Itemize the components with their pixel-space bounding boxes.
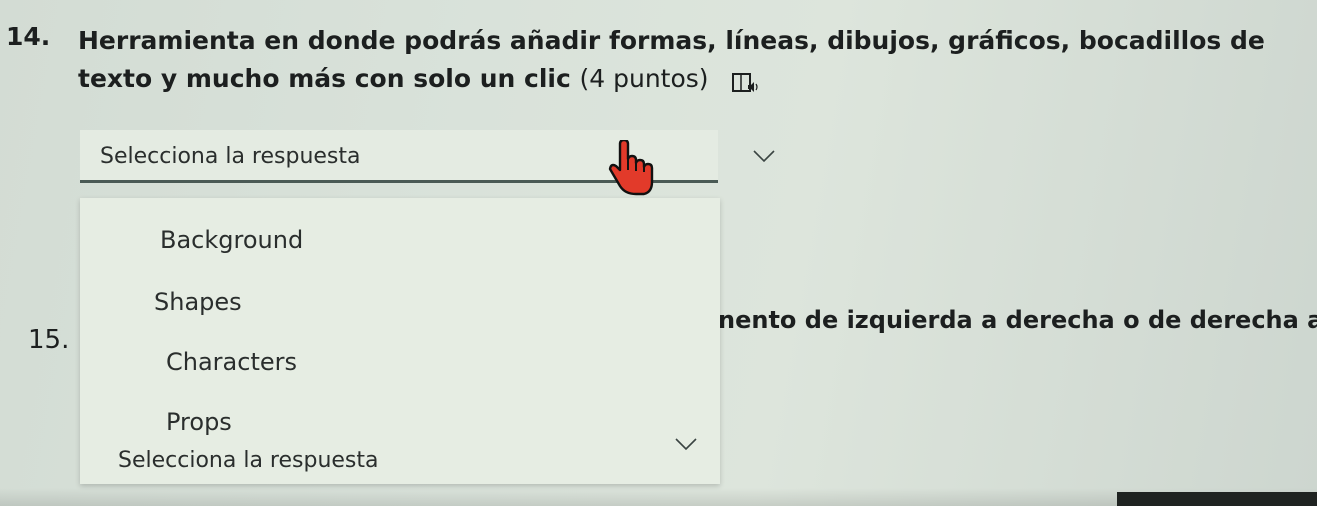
dropdown-option-props[interactable]: Props <box>166 408 232 436</box>
question-15-text: nento de izquierda a derecha o de derech… <box>718 306 1317 334</box>
question-14-number: 14. <box>6 22 51 51</box>
dropdown-option-background[interactable]: Background <box>160 226 303 254</box>
dropdown-option-characters[interactable]: Characters <box>166 348 297 376</box>
answer-dropdown-list[interactable]: Background Shapes Characters Props Selec… <box>80 198 720 484</box>
select-placeholder: Selecciona la respuesta <box>100 144 361 169</box>
screen-edge <box>1117 492 1317 506</box>
dropdown-option-shapes[interactable]: Shapes <box>154 288 242 316</box>
chevron-down-icon <box>674 436 698 451</box>
question-15-number: 15. <box>28 325 70 355</box>
select-placeholder-15: Selecciona la respuesta <box>118 448 379 473</box>
hand-cursor-icon <box>606 138 658 200</box>
question-14-points: (4 puntos) <box>579 64 709 93</box>
immersive-reader-icon[interactable] <box>731 68 759 92</box>
question-14-text: Herramienta en donde podrás añadir forma… <box>78 22 1298 98</box>
chevron-down-icon[interactable] <box>752 148 776 163</box>
